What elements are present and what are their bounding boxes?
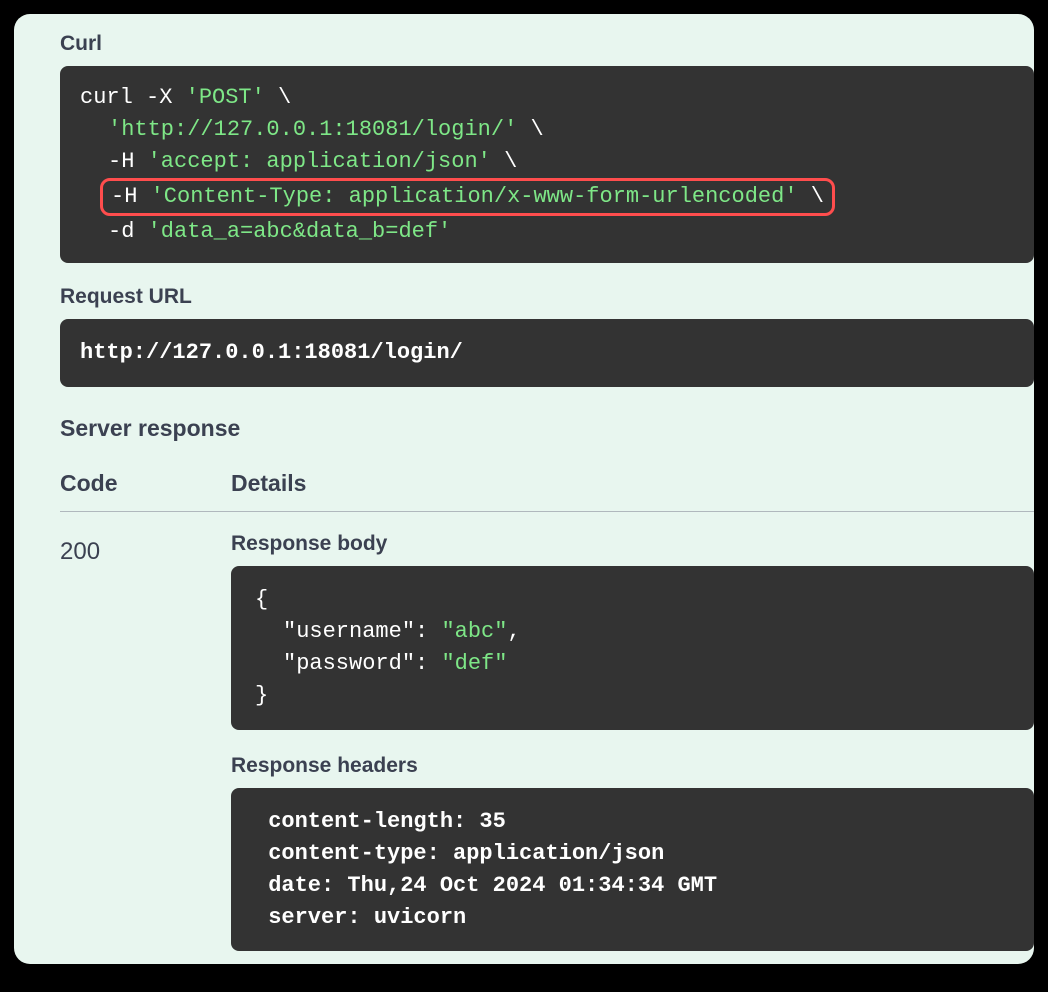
response-headers-block[interactable]: content-length: 35 content-type: applica…: [231, 788, 1034, 952]
api-response-panel: Curl curl -X 'POST' \ 'http://127.0.0.1:…: [14, 14, 1034, 964]
curl-accept-header: 'accept: application/json': [148, 149, 491, 174]
request-url-value: http://127.0.0.1:18081/login/: [80, 340, 463, 365]
curl-body-data: 'data_a=abc&data_b=def': [148, 219, 452, 244]
response-row: 200 Response body { "username": "abc", "…: [60, 532, 1034, 951]
curl-method: 'POST': [186, 85, 265, 110]
json-val-password: "def": [441, 651, 507, 676]
code-column-header: Code: [60, 470, 231, 497]
response-body-label: Response body: [231, 532, 1034, 556]
server-response-label: Server response: [60, 415, 1034, 442]
json-key-username: "username": [283, 619, 415, 644]
response-table-header: Code Details: [60, 470, 1034, 512]
request-url-block[interactable]: http://127.0.0.1:18081/login/: [60, 319, 1034, 387]
response-headers-label: Response headers: [231, 754, 1034, 778]
highlighted-header: -H 'Content-Type: application/x-www-form…: [100, 178, 835, 216]
response-body-block[interactable]: { "username": "abc", "password": "def" }: [231, 566, 1034, 730]
response-status-code: 200: [60, 532, 231, 951]
curl-content-type-header: 'Content-Type: application/x-www-form-ur…: [151, 184, 798, 209]
curl-url: 'http://127.0.0.1:18081/login/': [108, 117, 517, 142]
curl-label: Curl: [60, 32, 1034, 56]
curl-code-block[interactable]: curl -X 'POST' \ 'http://127.0.0.1:18081…: [60, 66, 1034, 263]
json-key-password: "password": [283, 651, 415, 676]
details-column-header: Details: [231, 470, 306, 497]
request-url-label: Request URL: [60, 285, 1034, 309]
curl-cmd: curl -X: [80, 85, 186, 110]
json-val-username: "abc": [441, 619, 507, 644]
